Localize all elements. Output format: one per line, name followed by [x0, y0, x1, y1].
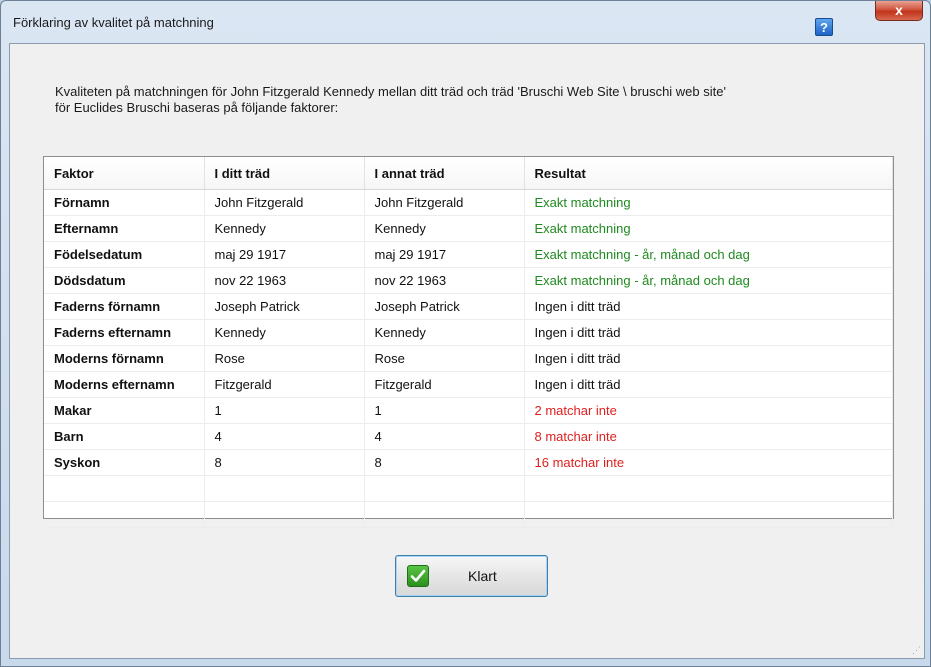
- mine-cell: Joseph Patrick: [204, 293, 365, 320]
- other-cell: John Fitzgerald: [364, 189, 525, 216]
- done-button-label: Klart: [468, 568, 497, 584]
- column-header-factor[interactable]: Faktor: [44, 157, 205, 190]
- table-row[interactable]: Moderns efternamn Fitzgerald Fitzgerald Ing…: [44, 371, 893, 398]
- column-header-result[interactable]: Resultat: [524, 157, 893, 190]
- table-row[interactable]: Makar 1 1 2 matchar inte: [44, 397, 893, 424]
- result-cell: Exakt matchning - år, månad och dag: [524, 267, 893, 294]
- factor-cell: Makar: [44, 397, 205, 424]
- other-cell: 8: [364, 449, 525, 476]
- intro-text: Kvaliteten på matchningen för John Fitzg…: [55, 84, 915, 116]
- mine-cell: Rose: [204, 345, 365, 372]
- table-row[interactable]: Syskon 8 8 16 matchar inte: [44, 449, 893, 476]
- factor-cell: Syskon: [44, 449, 205, 476]
- table-row[interactable]: Förnamn John Fitzgerald John Fitzgerald Exa…: [44, 189, 893, 216]
- factor-cell: Faderns förnamn: [44, 293, 205, 320]
- mine-cell: 1: [204, 397, 365, 424]
- mine-cell: John Fitzgerald: [204, 189, 365, 216]
- result-cell: Exakt matchning: [524, 215, 893, 242]
- result-cell: Ingen i ditt träd: [524, 319, 893, 346]
- checkmark-icon: [407, 565, 429, 587]
- result-cell: Exakt matchning: [524, 189, 893, 216]
- factor-cell: Barn: [44, 423, 205, 450]
- empty-cell: [204, 475, 365, 502]
- result-cell: Exakt matchning - år, månad och dag: [524, 241, 893, 268]
- table-body: Förnamn John Fitzgerald John Fitzgerald Exa…: [44, 189, 893, 528]
- title-bar[interactable]: Förklaring av kvalitet på matchning ? x: [1, 1, 930, 43]
- empty-cell: [364, 475, 525, 502]
- other-cell: Kennedy: [364, 319, 525, 346]
- table-row[interactable]: Dödsdatum nov 22 1963 nov 22 1963 Exakt mat…: [44, 267, 893, 294]
- result-cell: Ingen i ditt träd: [524, 371, 893, 398]
- mine-cell: nov 22 1963: [204, 267, 365, 294]
- result-cell: 16 matchar inte: [524, 449, 893, 476]
- other-cell: maj 29 1917: [364, 241, 525, 268]
- done-button[interactable]: Klart: [395, 555, 548, 597]
- mine-cell: Kennedy: [204, 319, 365, 346]
- empty-cell: [44, 475, 205, 502]
- empty-table-row: [44, 475, 893, 502]
- mine-cell: Kennedy: [204, 215, 365, 242]
- mine-cell: 8: [204, 449, 365, 476]
- factor-cell: Moderns efternamn: [44, 371, 205, 398]
- table-header-row: Faktor I ditt träd I annat träd Resultat: [44, 157, 893, 190]
- empty-cell: [44, 501, 205, 528]
- help-icon: ?: [820, 20, 828, 35]
- result-cell: 2 matchar inte: [524, 397, 893, 424]
- window-title: Förklaring av kvalitet på matchning: [13, 15, 214, 30]
- other-cell: 4: [364, 423, 525, 450]
- table-row[interactable]: Födelsedatum maj 29 1917 maj 29 1917 Exakt …: [44, 241, 893, 268]
- table-row[interactable]: Moderns förnamn Rose Rose Ingen i ditt träd: [44, 345, 893, 372]
- empty-cell: [524, 501, 893, 528]
- help-button[interactable]: ?: [815, 18, 833, 36]
- other-cell: 1: [364, 397, 525, 424]
- column-header-mine[interactable]: I ditt träd: [204, 157, 365, 190]
- close-icon: x: [895, 2, 903, 18]
- resize-grip-icon[interactable]: ⋰: [912, 646, 922, 656]
- factor-cell: Förnamn: [44, 189, 205, 216]
- table-row[interactable]: Efternamn Kennedy Kennedy Exakt matchning: [44, 215, 893, 242]
- factor-cell: Moderns förnamn: [44, 345, 205, 372]
- mine-cell: maj 29 1917: [204, 241, 365, 268]
- other-cell: Fitzgerald: [364, 371, 525, 398]
- table-row[interactable]: Faderns förnamn Joseph Patrick Joseph Patr…: [44, 293, 893, 320]
- empty-table-row: [44, 501, 893, 528]
- factor-cell: Faderns efternamn: [44, 319, 205, 346]
- close-button[interactable]: x: [875, 1, 923, 21]
- empty-cell: [204, 501, 365, 528]
- empty-cell: [364, 501, 525, 528]
- other-cell: Kennedy: [364, 215, 525, 242]
- factor-cell: Födelsedatum: [44, 241, 205, 268]
- column-header-other[interactable]: I annat träd: [364, 157, 525, 190]
- other-cell: nov 22 1963: [364, 267, 525, 294]
- result-cell: Ingen i ditt träd: [524, 345, 893, 372]
- dialog-window: Förklaring av kvalitet på matchning ? x …: [0, 0, 931, 667]
- other-cell: Joseph Patrick: [364, 293, 525, 320]
- mine-cell: 4: [204, 423, 365, 450]
- empty-cell: [524, 475, 893, 502]
- factor-table[interactable]: Faktor I ditt träd I annat träd Resultat…: [43, 156, 894, 528]
- factor-cell: Dödsdatum: [44, 267, 205, 294]
- result-cell: Ingen i ditt träd: [524, 293, 893, 320]
- table-row[interactable]: Faderns efternamn Kennedy Kennedy Ingen i d…: [44, 319, 893, 346]
- factor-cell: Efternamn: [44, 215, 205, 242]
- intro-line-1: Kvaliteten på matchningen för John Fitzg…: [55, 84, 726, 99]
- mine-cell: Fitzgerald: [204, 371, 365, 398]
- result-cell: 8 matchar inte: [524, 423, 893, 450]
- table-row[interactable]: Barn 4 4 8 matchar inte: [44, 423, 893, 450]
- intro-line-2: för Euclides Bruschi baseras på följande…: [55, 100, 339, 115]
- other-cell: Rose: [364, 345, 525, 372]
- dialog-content: Kvaliteten på matchningen för John Fitzg…: [9, 43, 925, 659]
